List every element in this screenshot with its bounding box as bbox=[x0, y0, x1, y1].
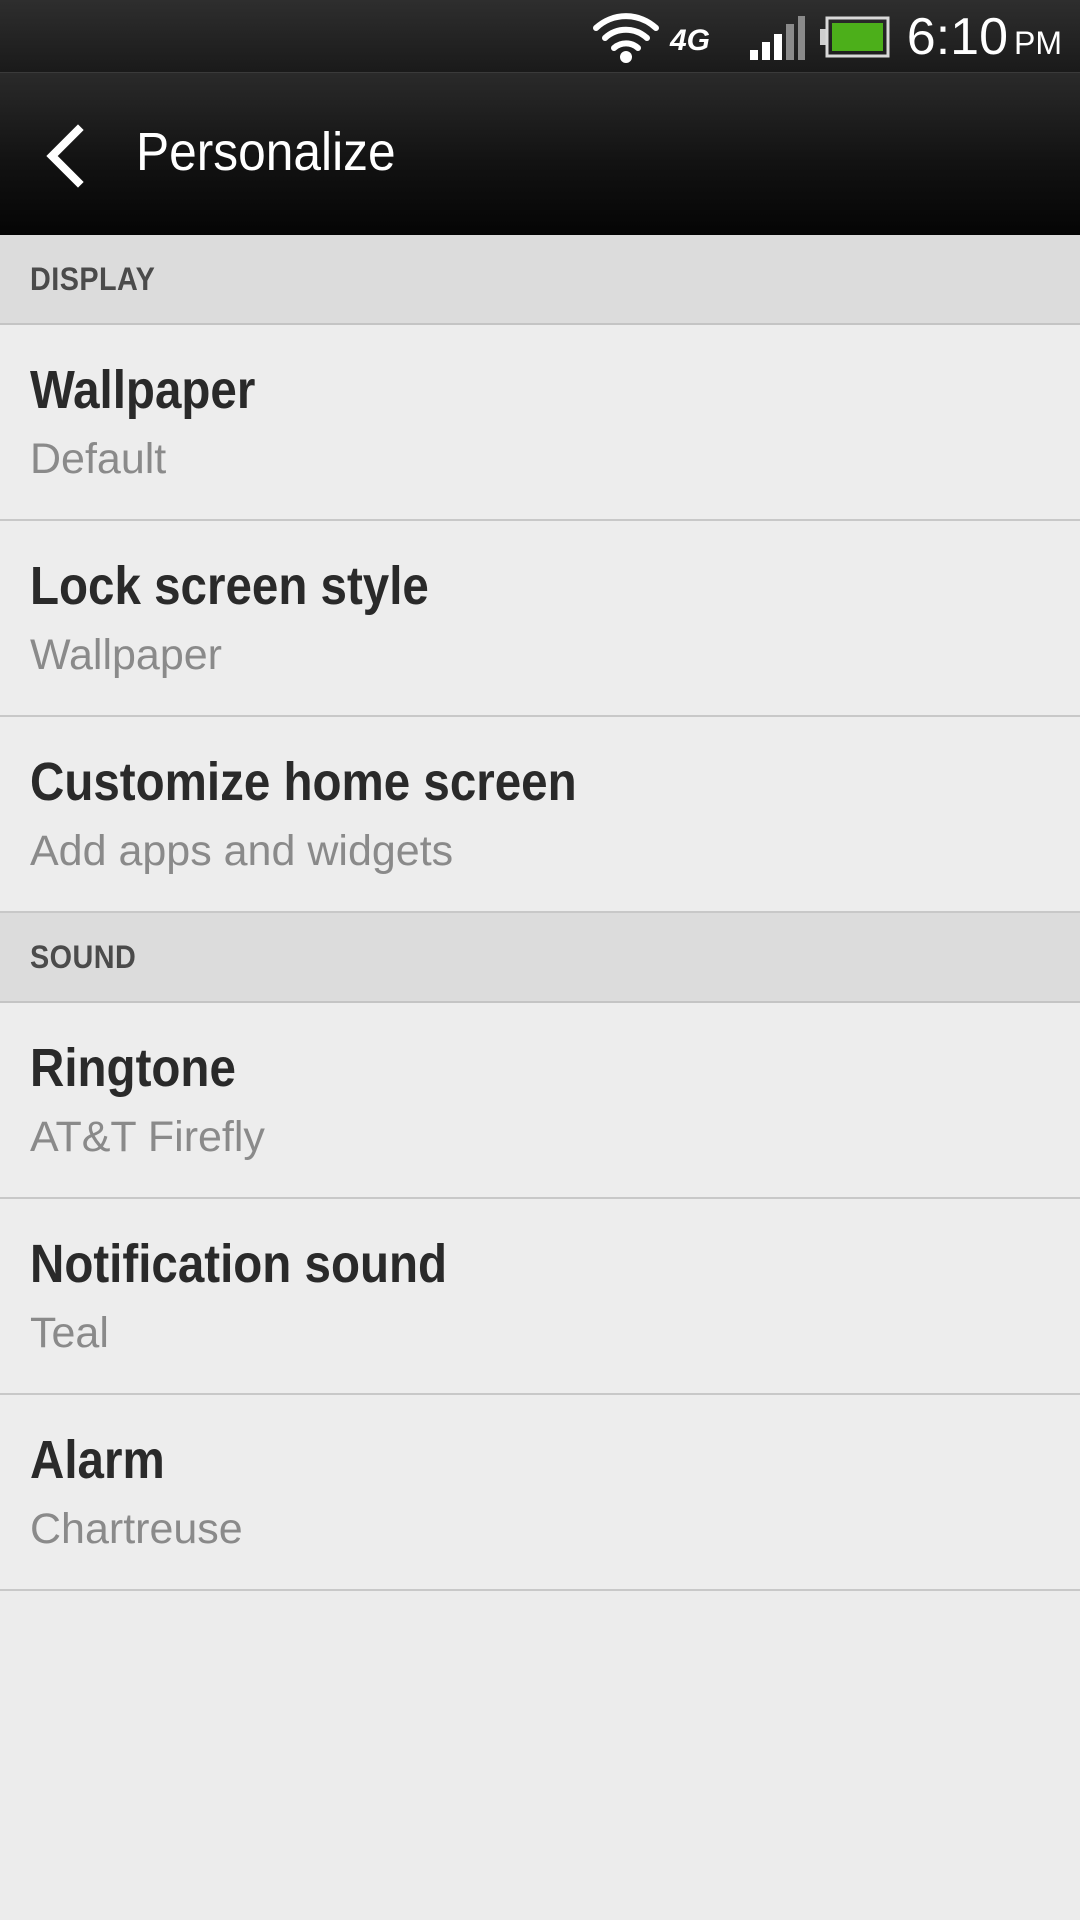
setting-title: Wallpaper bbox=[30, 360, 256, 420]
setting-alarm[interactable]: Alarm Chartreuse bbox=[0, 1395, 1080, 1591]
section-header-label: DISPLAY bbox=[30, 260, 156, 297]
setting-title: Lock screen style bbox=[30, 556, 429, 616]
setting-wallpaper[interactable]: Wallpaper Default bbox=[0, 325, 1080, 521]
status-bar: 4G 6:10 PM bbox=[0, 0, 1080, 73]
battery-icon bbox=[820, 16, 890, 58]
page-title: Personalize bbox=[136, 122, 396, 182]
signal-icon bbox=[750, 16, 805, 60]
setting-value: AT&T Firefly bbox=[30, 1113, 265, 1161]
setting-notification-sound[interactable]: Notification sound Teal bbox=[0, 1199, 1080, 1395]
svg-text:4G: 4G bbox=[669, 24, 710, 57]
chevron-left-icon bbox=[46, 124, 84, 188]
wifi-icon bbox=[593, 13, 659, 63]
clock-ampm: PM bbox=[1014, 25, 1062, 61]
section-header-label: SOUND bbox=[30, 938, 137, 975]
setting-value: Add apps and widgets bbox=[30, 827, 454, 875]
clock-time: 6:10 bbox=[906, 8, 1008, 66]
setting-value: Chartreuse bbox=[30, 1505, 243, 1553]
section-header-sound: SOUND bbox=[0, 913, 1080, 1003]
setting-ringtone[interactable]: Ringtone AT&T Firefly bbox=[0, 1003, 1080, 1199]
setting-value: Default bbox=[30, 435, 167, 483]
setting-value: Wallpaper bbox=[30, 631, 222, 679]
setting-title: Ringtone bbox=[30, 1038, 236, 1098]
setting-title: Notification sound bbox=[30, 1234, 448, 1294]
setting-title: Customize home screen bbox=[30, 752, 577, 812]
back-button[interactable] bbox=[30, 114, 110, 194]
action-bar: Personalize bbox=[0, 73, 1080, 235]
personalize-screen: 4G 6:10 PM Personalize DISPLAY Wallpaper… bbox=[0, 0, 1080, 1920]
setting-value: Teal bbox=[30, 1309, 109, 1357]
section-header-display: DISPLAY bbox=[0, 235, 1080, 325]
setting-title: Alarm bbox=[30, 1430, 165, 1490]
status-clock: 6:10 PM bbox=[907, 4, 1062, 70]
setting-customize-home-screen[interactable]: Customize home screen Add apps and widge… bbox=[0, 717, 1080, 913]
setting-lock-screen-style[interactable]: Lock screen style Wallpaper bbox=[0, 521, 1080, 717]
network-type-icon: 4G bbox=[669, 24, 710, 57]
settings-list: DISPLAY Wallpaper Default Lock screen st… bbox=[0, 235, 1080, 1591]
